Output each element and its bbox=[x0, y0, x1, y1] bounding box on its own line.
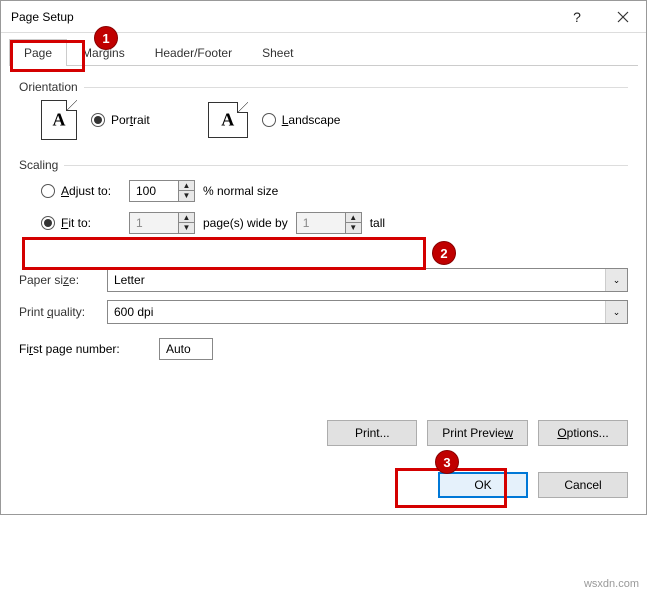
scaling-group-label: Scaling bbox=[19, 158, 628, 172]
radio-icon bbox=[262, 113, 276, 127]
tab-page[interactable]: Page bbox=[9, 39, 67, 66]
landscape-page-icon: A bbox=[208, 102, 248, 138]
adjust-value[interactable]: 100 bbox=[130, 184, 178, 198]
paper-size-value: Letter bbox=[114, 273, 145, 287]
adjust-label: Adjust to: bbox=[61, 184, 111, 198]
paper-size-row: Paper size: Letter ⌄ bbox=[19, 268, 628, 292]
fit-wide-spin[interactable]: 1 ▲▼ bbox=[129, 212, 195, 234]
page-setup-dialog: Page Setup ? Page Margins Header/Footer … bbox=[0, 0, 647, 515]
print-quality-label: Print quality: bbox=[19, 305, 97, 319]
action-buttons: Print... Print Preview Options... bbox=[19, 420, 628, 446]
cancel-button[interactable]: Cancel bbox=[538, 472, 628, 498]
landscape-label: Landscape bbox=[282, 113, 341, 127]
spin-arrows[interactable]: ▲▼ bbox=[178, 181, 194, 201]
callout-1: 1 bbox=[94, 26, 118, 50]
tall-label: tall bbox=[370, 216, 385, 230]
dialog-title: Page Setup bbox=[11, 10, 554, 24]
print-quality-row: Print quality: 600 dpi ⌄ bbox=[19, 300, 628, 324]
first-page-input[interactable]: Auto bbox=[159, 338, 213, 360]
print-button[interactable]: Print... bbox=[327, 420, 417, 446]
wideby-label: page(s) wide by bbox=[203, 216, 288, 230]
adjust-spin[interactable]: 100 ▲▼ bbox=[129, 180, 195, 202]
print-quality-value: 600 dpi bbox=[114, 305, 153, 319]
fit-to-row: Fit to: 1 ▲▼ page(s) wide by 1 ▲▼ tall bbox=[41, 210, 628, 236]
orientation-group-label: Orientation bbox=[19, 80, 628, 94]
tab-header-footer[interactable]: Header/Footer bbox=[140, 39, 247, 66]
close-button[interactable] bbox=[600, 1, 646, 33]
ok-button[interactable]: OK bbox=[438, 472, 528, 498]
radio-icon bbox=[41, 184, 55, 198]
dialog-body: Orientation A Portrait A Landscape Scali… bbox=[1, 66, 646, 460]
radio-portrait[interactable]: Portrait bbox=[91, 113, 150, 127]
print-quality-select[interactable]: 600 dpi ⌄ bbox=[107, 300, 628, 324]
print-preview-button[interactable]: Print Preview bbox=[427, 420, 528, 446]
fit-tall-spin[interactable]: 1 ▲▼ bbox=[296, 212, 362, 234]
print-label: Print... bbox=[355, 426, 390, 440]
adjust-to-row: Adjust to: 100 ▲▼ % normal size bbox=[41, 178, 628, 204]
watermark: wsxdn.com bbox=[584, 578, 639, 590]
spin-arrows[interactable]: ▲▼ bbox=[178, 213, 194, 233]
dialog-footer: OK Cancel bbox=[1, 460, 646, 514]
cancel-label: Cancel bbox=[564, 478, 601, 492]
options-label: Options... bbox=[557, 426, 608, 440]
radio-landscape[interactable]: Landscape bbox=[262, 113, 341, 127]
portrait-label: Portrait bbox=[111, 113, 150, 127]
first-page-value: Auto bbox=[166, 342, 191, 356]
portrait-page-icon: A bbox=[41, 100, 77, 140]
callout-2: 2 bbox=[432, 241, 456, 265]
fit-label: Fit to: bbox=[61, 216, 91, 230]
callout-3: 3 bbox=[435, 450, 459, 474]
spin-arrows[interactable]: ▲▼ bbox=[345, 213, 361, 233]
radio-icon bbox=[91, 113, 105, 127]
options-button[interactable]: Options... bbox=[538, 420, 628, 446]
paper-size-label: Paper size: bbox=[19, 273, 97, 287]
help-button[interactable]: ? bbox=[554, 1, 600, 33]
ok-label: OK bbox=[474, 478, 491, 492]
pct-label: % normal size bbox=[203, 184, 278, 198]
radio-fit-to[interactable]: Fit to: bbox=[41, 216, 121, 230]
print-preview-label: Print Preview bbox=[442, 426, 513, 440]
orientation-row: A Portrait A Landscape bbox=[41, 100, 628, 140]
radio-adjust-to[interactable]: Adjust to: bbox=[41, 184, 121, 198]
fit-tall-value[interactable]: 1 bbox=[297, 216, 345, 230]
chevron-down-icon: ⌄ bbox=[605, 269, 627, 291]
tab-sheet[interactable]: Sheet bbox=[247, 39, 308, 66]
fit-wide-value[interactable]: 1 bbox=[130, 216, 178, 230]
first-page-label: First page number: bbox=[19, 342, 149, 356]
first-page-row: First page number: Auto bbox=[19, 338, 628, 360]
paper-size-select[interactable]: Letter ⌄ bbox=[107, 268, 628, 292]
chevron-down-icon: ⌄ bbox=[605, 301, 627, 323]
close-icon bbox=[617, 11, 629, 23]
radio-icon bbox=[41, 216, 55, 230]
